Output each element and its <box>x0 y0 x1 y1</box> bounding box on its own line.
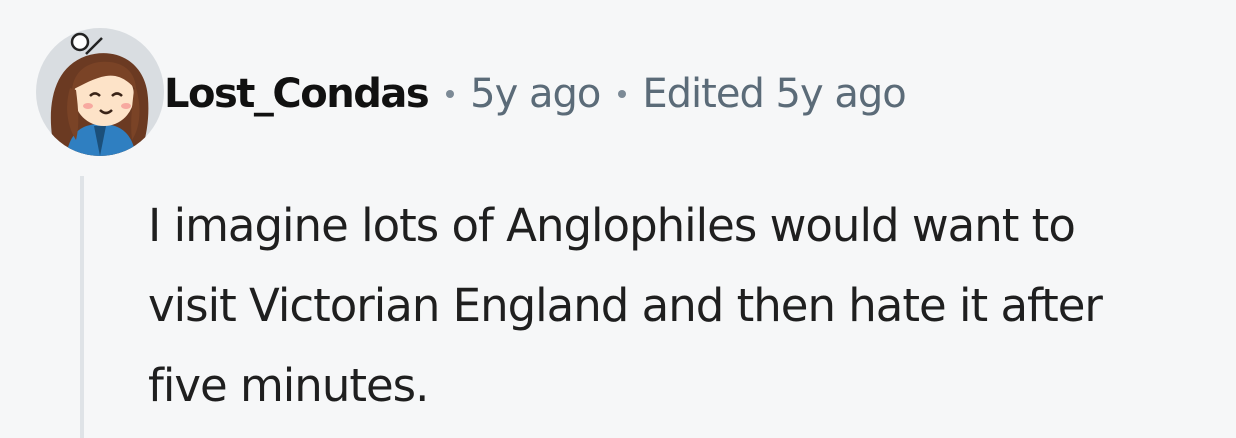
thread-collapse-line[interactable] <box>80 176 84 438</box>
comment-body-line: five minutes. <box>148 359 429 412</box>
username-link[interactable]: Lost_Condas <box>164 71 430 117</box>
comment-body-line: visit Victorian England and then hate it… <box>148 279 1103 332</box>
separator-dot <box>618 90 627 98</box>
user-avatar[interactable] <box>36 28 164 156</box>
posted-time[interactable]: 5y ago <box>470 71 601 117</box>
comment-body-line: I imagine lots of Anglophiles would want… <box>148 199 1076 252</box>
edited-time: Edited 5y ago <box>642 71 906 117</box>
separator-dot <box>446 90 455 98</box>
cartoon-girl-avatar-icon <box>36 28 164 156</box>
comment: Lost_Condas 5y ago Edited 5y ago I imagi… <box>0 0 1236 438</box>
comment-body: I imagine lots of Anglophiles would want… <box>148 186 1236 426</box>
comment-header: Lost_Condas 5y ago Edited 5y ago <box>164 66 907 122</box>
